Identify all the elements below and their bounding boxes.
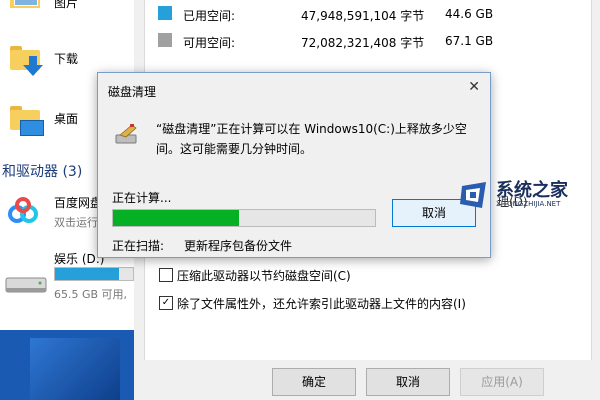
site-watermark: 系统之家 XITONGZHIJIA.NET <box>458 176 594 216</box>
compress-drive-checkbox[interactable] <box>159 268 173 282</box>
index-contents-label: 除了文件属性外，还允许索引此驱动器上文件的内容(I) <box>177 297 466 311</box>
dialog-title: 磁盘清理 <box>108 85 157 99</box>
watermark-subtitle: XITONGZHIJIA.NET <box>496 200 561 208</box>
nav-item-label: 桌面 <box>54 112 79 126</box>
drive-item-label: 百度网盘 <box>54 196 103 210</box>
devices-section-header[interactable]: 和驱动器 (3) <box>2 161 82 181</box>
nav-item-pictures[interactable]: 图片 <box>8 0 128 16</box>
drive-item-subtext: 双击运行 <box>54 216 98 229</box>
used-space-label: 已用空间: <box>183 9 236 23</box>
drive-usage-fill <box>55 268 119 280</box>
disk-cleanup-dialog: 磁盘清理 ✕ “磁盘清理”正在计算可以在 Windows10(C:)上释放多少空… <box>97 72 491 258</box>
apply-button[interactable]: 应用(A) <box>460 368 544 396</box>
pictures-folder-icon <box>8 0 42 10</box>
free-space-bytes: 72,082,321,408 字节 <box>301 36 425 50</box>
ok-button[interactable]: 确定 <box>272 368 356 396</box>
watermark-title: 系统之家 <box>496 180 568 201</box>
cancel-button[interactable]: 取消 <box>366 368 450 396</box>
dialog-body: “磁盘清理”正在计算可以在 Windows10(C:)上释放多少空间。这可能需要… <box>98 105 490 257</box>
scan-value: 更新程序包备份文件 <box>184 239 293 253</box>
free-space-swatch <box>158 33 172 47</box>
disk-cleanup-icon <box>115 124 137 144</box>
free-space-size: 67.1 GB <box>445 34 494 48</box>
compress-drive-label: 压缩此驱动器以节约磁盘空间(C) <box>177 269 351 283</box>
drive-item-subtext: 65.5 GB 可用, <box>54 288 128 301</box>
progress-bar <box>112 209 376 227</box>
free-space-label: 可用空间: <box>183 36 236 50</box>
nav-item-label: 下载 <box>54 52 79 66</box>
used-space-bytes: 47,948,591,104 字节 <box>301 9 425 23</box>
baidu-netdisk-icon <box>8 196 38 226</box>
desktop-wallpaper-beam <box>30 338 120 400</box>
dialog-message: “磁盘清理”正在计算可以在 Windows10(C:)上释放多少空间。这可能需要… <box>156 122 467 156</box>
drive-usage-bar <box>54 267 134 281</box>
used-space-swatch <box>158 6 172 20</box>
scan-label: 正在扫描: <box>112 239 165 253</box>
progress-label: 正在计算... <box>112 191 172 205</box>
used-space-size: 44.6 GB <box>445 7 494 21</box>
watermark-logo-icon <box>460 182 486 208</box>
progress-bar-fill <box>113 210 239 226</box>
desktop-folder-icon <box>8 104 44 136</box>
downloads-folder-icon <box>8 44 43 76</box>
close-icon[interactable]: ✕ <box>468 79 480 95</box>
index-contents-checkbox[interactable]: ✓ <box>159 296 173 310</box>
hard-drive-icon <box>5 277 47 293</box>
nav-item-label: 图片 <box>54 0 79 10</box>
